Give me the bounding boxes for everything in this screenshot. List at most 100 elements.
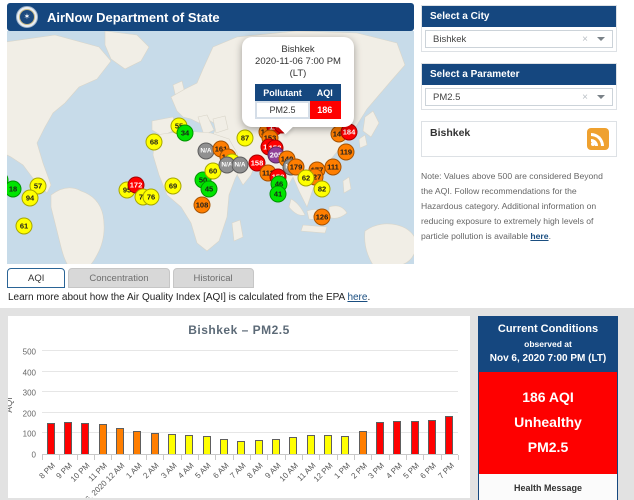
chart-category-slot: 8 PM — [37, 352, 59, 481]
app-title: AirNow Department of State — [47, 9, 220, 25]
map-marker[interactable]: 45 — [200, 180, 218, 198]
popup-col-aqi: AQI — [308, 83, 341, 103]
chart-bar[interactable] — [306, 435, 315, 454]
chart-bar[interactable] — [341, 436, 350, 454]
tab-aqi[interactable]: AQI — [7, 268, 66, 288]
chart-bar[interactable] — [410, 421, 419, 454]
chart-x-tick-label: 5 PM — [401, 461, 421, 481]
parameter-select[interactable]: PM2.5 × — [425, 88, 613, 106]
chart-bar[interactable] — [46, 423, 55, 454]
map-marker[interactable]: 68 — [145, 133, 163, 151]
chart-bar[interactable] — [375, 422, 384, 454]
bottom-section: Bishkek – PM2.5 AQI 0 100 200 300 400 500 8 P… — [0, 308, 634, 500]
aqi-note-text: Note: Values above 500 are considered Be… — [421, 169, 617, 244]
rss-feed-icon[interactable] — [587, 128, 609, 150]
popup-pollutant-value: PM2.5 — [254, 100, 311, 119]
chart-axis-tick — [371, 455, 373, 460]
chart-bar[interactable] — [393, 421, 402, 454]
city-select-header: Select a City — [422, 6, 616, 27]
chart-category-slot: 9 AM — [263, 352, 284, 480]
chevron-down-icon[interactable] — [597, 37, 605, 41]
chart-x-tick-label: 7 PM — [436, 461, 456, 481]
note-here-link[interactable]: here — [530, 231, 548, 241]
chart-x-tick-label: 4 AM — [176, 461, 196, 481]
popup-table: Pollutant AQI PM2.5 186 — [254, 83, 342, 119]
chart-bar[interactable] — [167, 434, 176, 454]
chart-gridline — [42, 350, 458, 351]
chart-bar[interactable] — [63, 422, 72, 454]
chart-axis-tick — [336, 455, 338, 460]
conditions-header: Current Conditions observed at Nov 6, 20… — [479, 317, 617, 372]
chart-x-tick-label: 7 AM — [228, 461, 248, 481]
chart-bar[interactable] — [445, 416, 454, 454]
chart-bar[interactable] — [219, 439, 228, 454]
note-prefix: Note: Values above 500 are considered Be… — [421, 171, 603, 242]
chart-category-slot: 7 PM — [436, 352, 458, 481]
map-marker[interactable]: 87 — [236, 129, 254, 147]
health-message-title: Health Message — [513, 482, 583, 493]
map-marker[interactable]: 111 — [324, 158, 342, 176]
city-select-card: Select a City Bishkek × — [421, 5, 617, 52]
chart-category-slot: 6 AM — [211, 352, 232, 480]
chart-axis-tick — [128, 455, 130, 460]
app-header: ✶ AirNow Department of State — [7, 3, 414, 31]
chart-bar[interactable] — [427, 420, 436, 454]
map-marker[interactable]: 69 — [164, 177, 182, 195]
chart-bar[interactable] — [98, 424, 107, 454]
map-marker[interactable]: 94 — [21, 189, 39, 207]
chart-bar[interactable] — [202, 436, 211, 454]
chart-bar[interactable] — [289, 437, 298, 454]
note-suffix: . — [548, 231, 551, 242]
chart-axis-tick — [406, 455, 407, 460]
map-marker[interactable]: 126 — [313, 208, 331, 226]
chart-bar[interactable] — [150, 433, 159, 454]
epa-here-link[interactable]: here — [347, 292, 367, 303]
chart-category-slot: 5 PM — [401, 352, 423, 481]
conditions-aqi-block: 186 AQI Unhealthy PM2.5 — [479, 372, 617, 474]
parameter-select-value: PM2.5 — [433, 91, 461, 103]
chart-axis-tick — [458, 455, 459, 460]
health-message-section: Health Message Everyone may begin to exp… — [479, 474, 617, 500]
chevron-down-icon[interactable] — [597, 95, 605, 99]
map-marker[interactable]: 82 — [313, 180, 331, 198]
clear-city-icon[interactable]: × — [582, 34, 588, 45]
seal-eagle-icon: ✶ — [19, 9, 35, 25]
popup-datetime: 2020-11-06 7:00 PM — [255, 55, 341, 67]
city-select[interactable]: Bishkek × — [425, 30, 613, 48]
chart-bar[interactable] — [115, 428, 124, 454]
map-marker[interactable]: 119 — [337, 143, 355, 161]
map-marker[interactable]: 108 — [193, 196, 211, 214]
map-marker[interactable]: 41 — [269, 185, 287, 203]
chart-bar[interactable] — [254, 440, 263, 454]
aqi-chart-panel: Bishkek – PM2.5 AQI 0 100 200 300 400 500 8 P… — [8, 316, 470, 498]
chart-bar[interactable] — [133, 431, 142, 454]
clear-parameter-icon[interactable]: × — [582, 92, 588, 103]
world-map[interactable]: 51857946168553495172777669N/A50108456016… — [7, 31, 414, 264]
chart-bar[interactable] — [185, 435, 194, 454]
chart-category-slot: 7 AM — [228, 352, 250, 480]
chart-x-tick-label: 2 AM — [141, 461, 162, 481]
tab-concentration[interactable]: Concentration — [68, 268, 170, 288]
map-marker[interactable]: N/A — [231, 156, 249, 174]
chart-category-slot: 1 AM — [124, 352, 146, 480]
chart-title: Bishkek – PM2.5 — [188, 323, 290, 337]
parameter-select-card: Select a Parameter PM2.5 × — [421, 63, 617, 110]
chart-axis-tick — [163, 455, 165, 460]
tab-historical[interactable]: Historical — [172, 268, 254, 288]
chart-category-slot: 11 PM — [87, 352, 111, 483]
conditions-datetime: Nov 6, 2020 7:00 PM (LT) — [489, 353, 607, 364]
chart-bar[interactable] — [81, 423, 90, 454]
chart-axis-tick — [440, 455, 442, 460]
chart-bar[interactable] — [358, 431, 367, 454]
map-marker[interactable]: 76 — [142, 188, 160, 206]
map-marker[interactable]: 34 — [176, 124, 194, 142]
map-marker[interactable]: 62 — [297, 169, 315, 187]
chart-bar[interactable] — [237, 441, 246, 454]
chart-bar[interactable] — [271, 439, 280, 454]
chart-bar[interactable] — [323, 435, 332, 454]
chart-category-slot: 1 PM — [332, 352, 354, 481]
parameter-select-header: Select a Parameter — [422, 64, 616, 85]
map-marker[interactable]: 61 — [15, 217, 33, 235]
rss-card: Bishkek — [421, 121, 617, 157]
popup-lt: (LT) — [289, 67, 307, 79]
